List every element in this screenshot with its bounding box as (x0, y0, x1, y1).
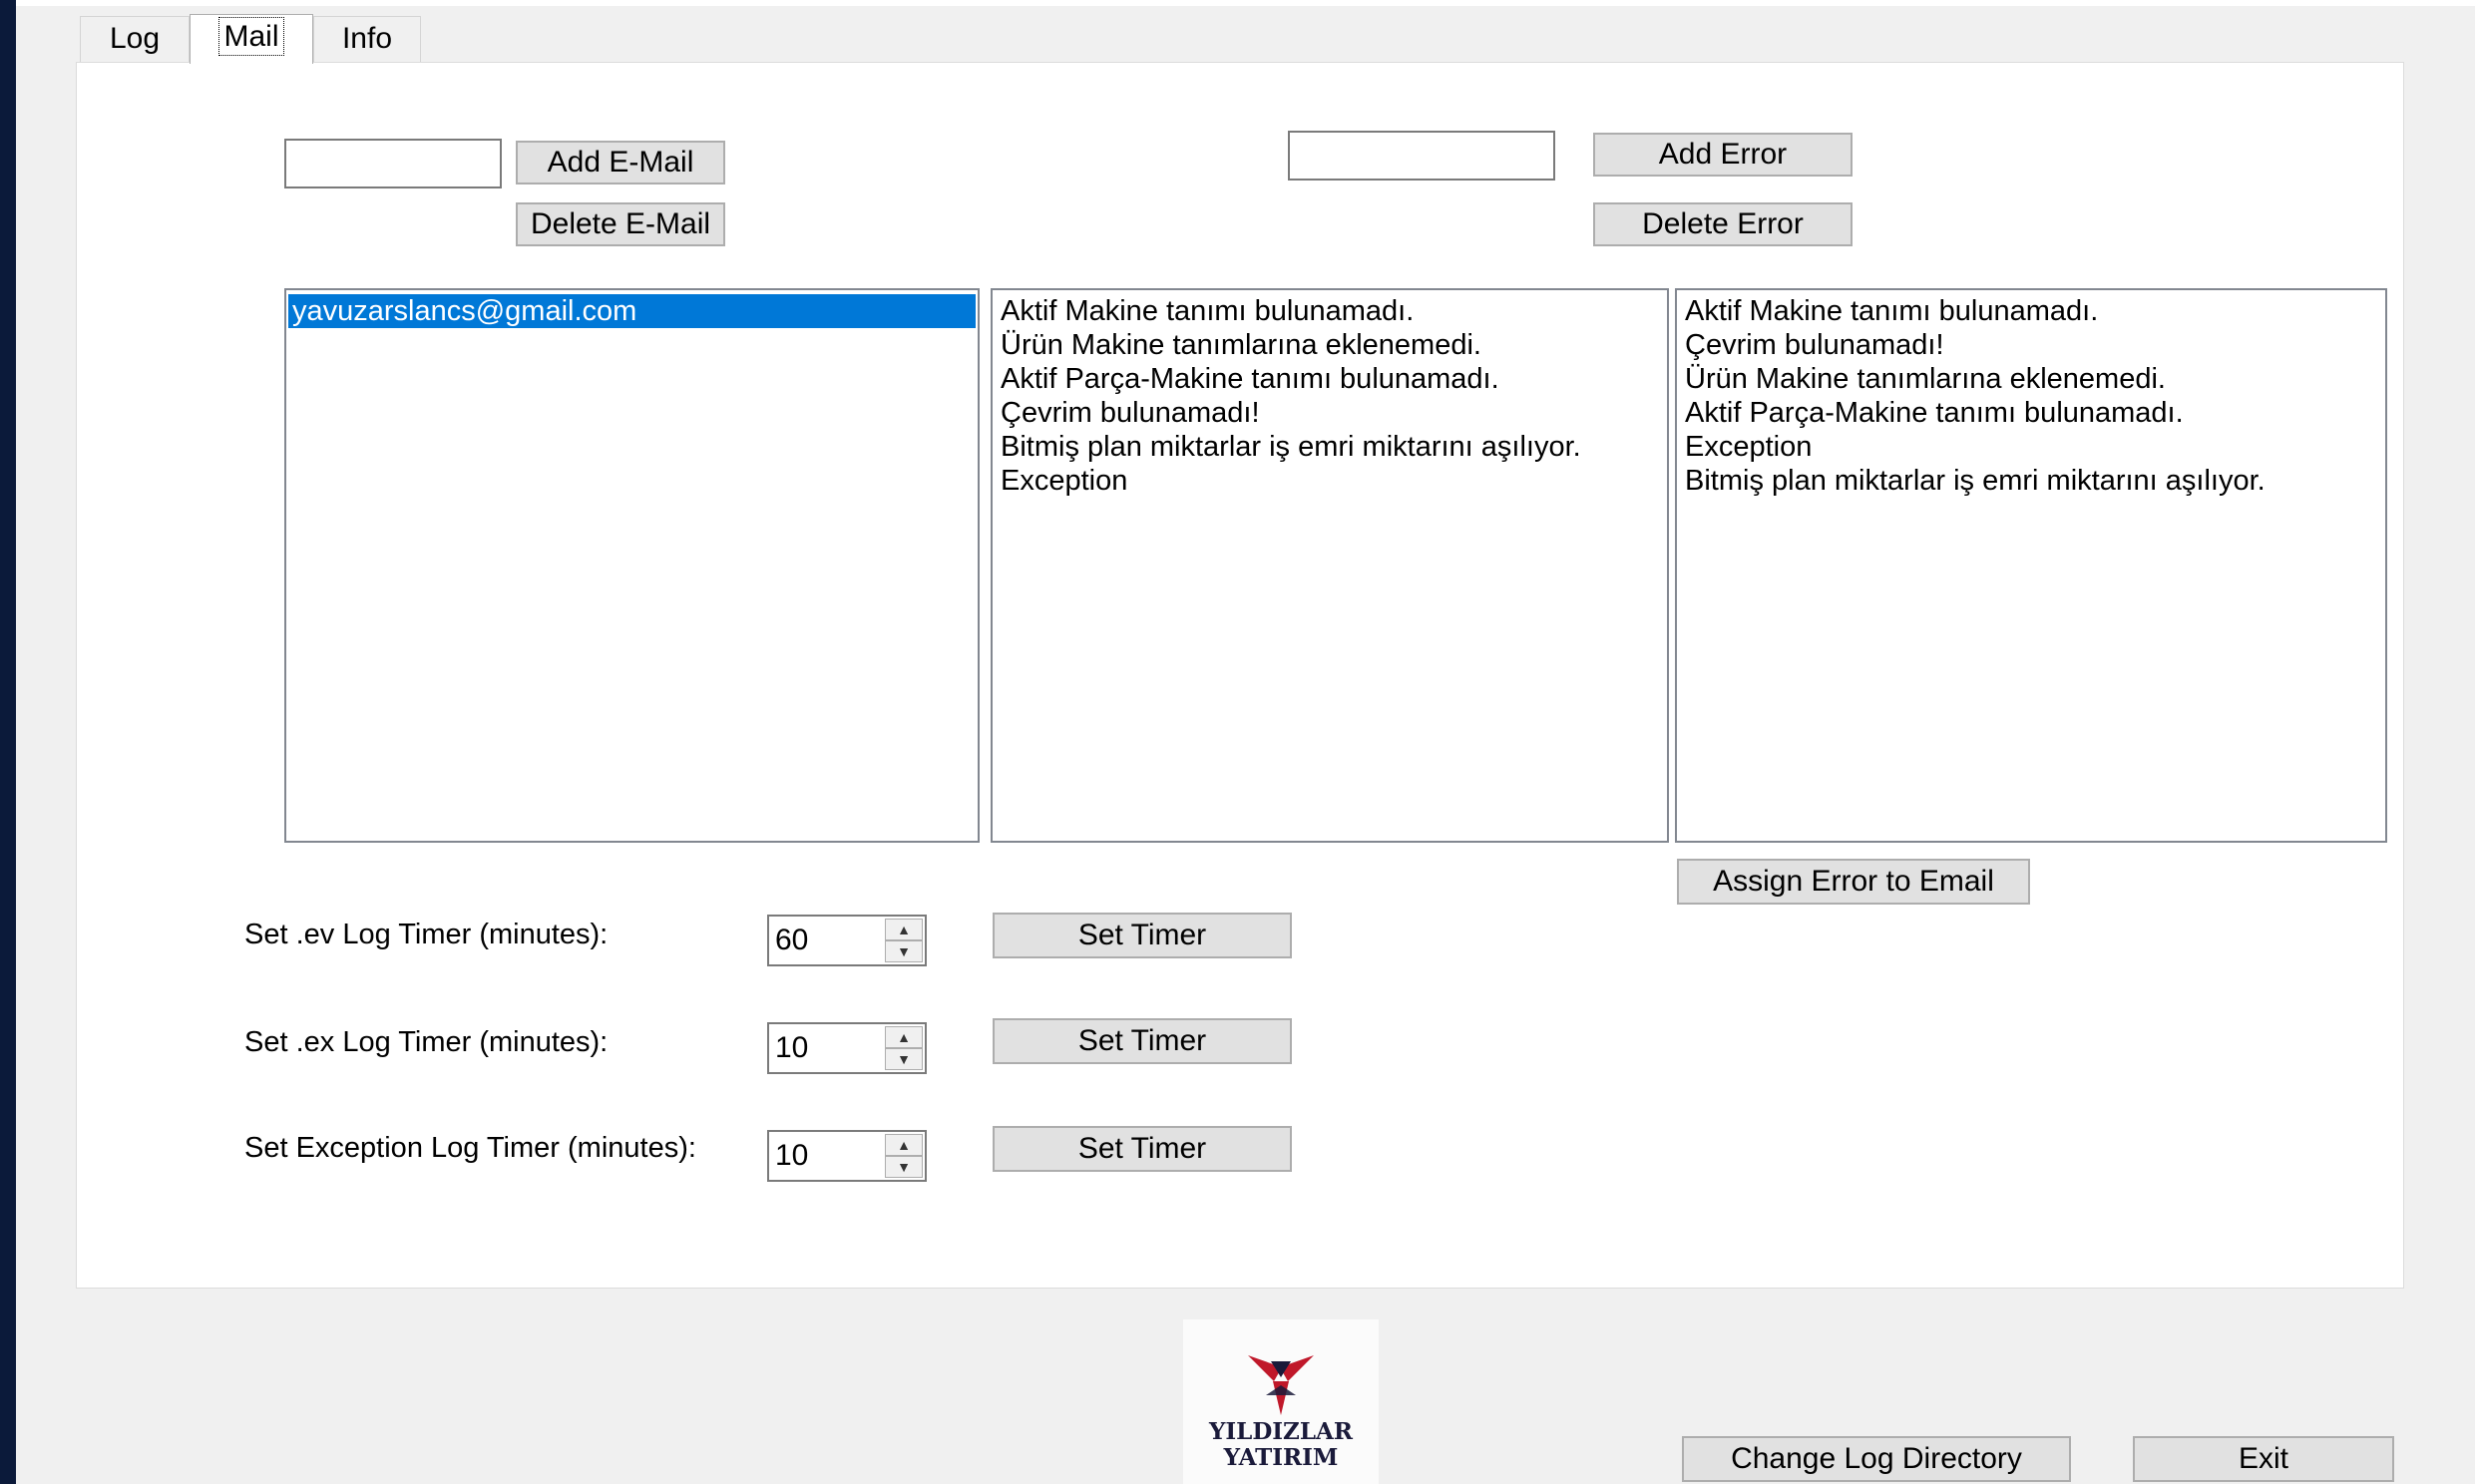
mail-tab-panel: Add E-Mail Delete E-Mail Add Error Delet… (76, 62, 2404, 1289)
list-item[interactable]: Ürün Makine tanımlarına eklenemedi. (1001, 328, 1659, 362)
list-item[interactable]: Bitmiş plan miktarlar iş emri miktarını … (1685, 464, 2377, 498)
tab-info[interactable]: Info (313, 16, 421, 62)
exception-log-timer-label: Set Exception Log Timer (minutes): (244, 1132, 696, 1164)
list-item[interactable]: Aktif Makine tanımı bulunamadı. (1001, 294, 1659, 328)
ev-log-timer-label: Set .ev Log Timer (minutes): (244, 919, 609, 950)
spinner-down-icon[interactable]: ▼ (885, 1048, 923, 1070)
delete-email-button[interactable]: Delete E-Mail (516, 202, 725, 246)
list-item[interactable]: Ürün Makine tanımlarına eklenemedi. (1685, 362, 2377, 396)
spinner-up-icon[interactable]: ▲ (885, 1026, 923, 1048)
list-item[interactable]: Exception (1001, 464, 1659, 498)
list-item[interactable]: Çevrim bulunamadı! (1001, 396, 1659, 430)
exit-button[interactable]: Exit (2133, 1436, 2394, 1482)
add-error-button[interactable]: Add Error (1593, 133, 1853, 177)
app-window: Log Mail Info Add E-Mail Delete E-Mail A… (16, 0, 2475, 1484)
list-item[interactable]: Exception (1685, 430, 2377, 464)
logo-text-line2: YATIRIM (1223, 1444, 1339, 1471)
list-item[interactable]: yavuzarslancs@gmail.com (288, 294, 976, 328)
ex-log-timer-label: Set .ex Log Timer (minutes): (244, 1026, 609, 1058)
tab-mail[interactable]: Mail (190, 14, 313, 64)
company-logo: YILDIZLAR YATIRIM (1183, 1319, 1379, 1484)
list-item[interactable]: Çevrim bulunamadı! (1685, 328, 2377, 362)
logo-text-line1: YILDIZLAR (1209, 1418, 1353, 1445)
tab-mail-label: Mail (218, 17, 284, 56)
assigned-error-list[interactable]: Aktif Makine tanımı bulunamadı. Çevrim bu… (1675, 288, 2387, 843)
list-item[interactable]: Bitmiş plan miktarlar iş emri miktarını … (1001, 430, 1659, 464)
ex-log-timer-spinner[interactable]: 10 ▲ ▼ (767, 1022, 927, 1074)
email-list[interactable]: yavuzarslancs@gmail.com (284, 288, 980, 843)
ev-log-timer-value[interactable]: 60 (775, 923, 808, 958)
ev-log-timer-spinner[interactable]: 60 ▲ ▼ (767, 915, 927, 966)
add-email-button[interactable]: Add E-Mail (516, 141, 725, 185)
error-list[interactable]: Aktif Makine tanımı bulunamadı. Ürün Maki… (991, 288, 1669, 843)
assign-error-to-email-button[interactable]: Assign Error to Email (1677, 859, 2030, 905)
ex-log-timer-value[interactable]: 10 (775, 1030, 808, 1066)
change-log-directory-button[interactable]: Change Log Directory (1682, 1436, 2071, 1482)
spinner-down-icon[interactable]: ▼ (885, 940, 923, 962)
tab-info-label: Info (341, 22, 393, 55)
star-logo-icon (1248, 1355, 1314, 1415)
spinner-up-icon[interactable]: ▲ (885, 1134, 923, 1156)
delete-error-button[interactable]: Delete Error (1593, 202, 1853, 246)
list-item[interactable]: Aktif Parça-Makine tanımı bulunamadı. (1001, 362, 1659, 396)
error-input[interactable] (1288, 131, 1555, 181)
list-item[interactable]: Aktif Makine tanımı bulunamadı. (1685, 294, 2377, 328)
email-input[interactable] (284, 139, 502, 188)
set-exception-timer-button[interactable]: Set Timer (993, 1126, 1292, 1172)
spinner-up-icon[interactable]: ▲ (885, 919, 923, 940)
window-top-edge (16, 0, 2475, 6)
list-item[interactable]: Aktif Parça-Makine tanımı bulunamadı. (1685, 396, 2377, 430)
exception-log-timer-spinner[interactable]: 10 ▲ ▼ (767, 1130, 927, 1182)
set-ex-timer-button[interactable]: Set Timer (993, 1018, 1292, 1064)
exception-log-timer-value[interactable]: 10 (775, 1138, 808, 1174)
set-ev-timer-button[interactable]: Set Timer (993, 913, 1292, 958)
tab-log[interactable]: Log (80, 16, 190, 62)
tab-log-label: Log (109, 22, 161, 55)
spinner-down-icon[interactable]: ▼ (885, 1156, 923, 1178)
